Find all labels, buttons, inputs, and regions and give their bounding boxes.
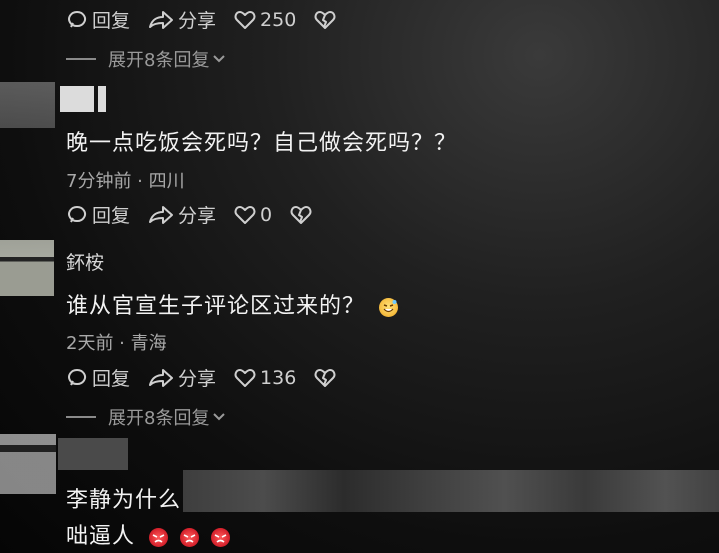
like-button[interactable]: 136 xyxy=(234,367,296,389)
avatar[interactable] xyxy=(0,240,54,296)
comment-icon xyxy=(68,368,86,385)
broken-heart-icon xyxy=(290,205,312,224)
comment-meta: 2天前 · 青海 xyxy=(66,329,167,355)
reply-button[interactable]: 回复 xyxy=(66,364,130,391)
share-icon xyxy=(149,10,174,29)
meta-separator: · xyxy=(113,333,131,354)
username-redacted[interactable] xyxy=(58,438,128,470)
comment-text-content: 谁从官宣生子评论区过来的？ xyxy=(66,294,366,319)
like-button[interactable]: 0 xyxy=(234,204,272,226)
sweat-smile-emoji-icon xyxy=(379,297,399,317)
share-icon xyxy=(149,205,174,224)
heart-icon xyxy=(234,368,256,387)
like-count: 136 xyxy=(260,366,297,389)
share-button[interactable]: 分享 xyxy=(148,201,216,228)
broken-heart-icon xyxy=(314,10,336,29)
username[interactable]: 鈈桉 xyxy=(66,248,104,275)
share-icon xyxy=(149,368,174,387)
share-button[interactable]: 分享 xyxy=(148,364,216,391)
comment-text-line2: 咄逼人 xyxy=(66,518,231,550)
username-redacted[interactable] xyxy=(98,86,106,112)
heart-icon xyxy=(234,10,256,29)
share-button[interactable]: 分享 xyxy=(148,6,216,33)
broken-heart-icon xyxy=(314,368,336,387)
action-row: 回复 分享 250 xyxy=(66,6,358,33)
comment-text: 晚一点吃饭会死吗？自己做会死吗？？ xyxy=(66,131,458,156)
meta-separator: · xyxy=(131,171,149,192)
chevron-down-icon xyxy=(213,55,226,63)
reply-button[interactable]: 回复 xyxy=(66,201,130,228)
comment-meta: 7分钟前 · 四川 xyxy=(66,167,185,193)
reply-label: 回复 xyxy=(92,205,131,227)
divider xyxy=(66,416,96,418)
share-label: 分享 xyxy=(178,10,217,32)
comment-text-content: 咄逼人 xyxy=(66,524,136,549)
avatar[interactable] xyxy=(0,82,55,128)
share-label: 分享 xyxy=(178,368,217,390)
reply-button[interactable]: 回复 xyxy=(66,6,130,33)
comment-location: 四川 xyxy=(148,171,185,192)
expand-replies[interactable]: 展开8条回复 xyxy=(66,46,227,72)
expand-label: 展开8条回复 xyxy=(108,50,210,71)
username-redacted[interactable] xyxy=(60,86,94,112)
dislike-button[interactable] xyxy=(314,367,340,389)
angry-emoji-icon xyxy=(149,527,169,547)
comment-text-line1: 李静为什么 xyxy=(66,488,182,513)
like-count: 0 xyxy=(260,203,273,226)
dislike-button[interactable] xyxy=(290,204,316,226)
comment-text: 谁从官宣生子评论区过来的？ xyxy=(66,288,399,320)
expand-label: 展开8条回复 xyxy=(108,408,210,429)
redaction-bar xyxy=(183,470,719,512)
like-button[interactable]: 250 xyxy=(234,9,296,31)
comment-location: 青海 xyxy=(130,333,167,354)
comment-icon xyxy=(68,10,86,27)
like-count: 250 xyxy=(260,8,297,31)
reply-label: 回复 xyxy=(92,368,131,390)
action-row: 回复 分享 136 xyxy=(66,364,358,391)
reply-label: 回复 xyxy=(92,10,131,32)
expand-replies[interactable]: 展开8条回复 xyxy=(66,404,227,430)
divider xyxy=(66,58,96,60)
comment-icon xyxy=(68,205,86,222)
dislike-button[interactable] xyxy=(314,9,340,31)
comment-time: 2天前 xyxy=(66,333,114,354)
heart-icon xyxy=(234,205,256,224)
avatar[interactable] xyxy=(0,434,56,494)
comment-time: 7分钟前 xyxy=(66,171,132,192)
action-row: 回复 分享 0 xyxy=(66,201,334,228)
angry-emoji-icon xyxy=(180,527,200,547)
chevron-down-icon xyxy=(213,413,226,421)
share-label: 分享 xyxy=(178,205,217,227)
angry-emoji-icon xyxy=(211,527,231,547)
